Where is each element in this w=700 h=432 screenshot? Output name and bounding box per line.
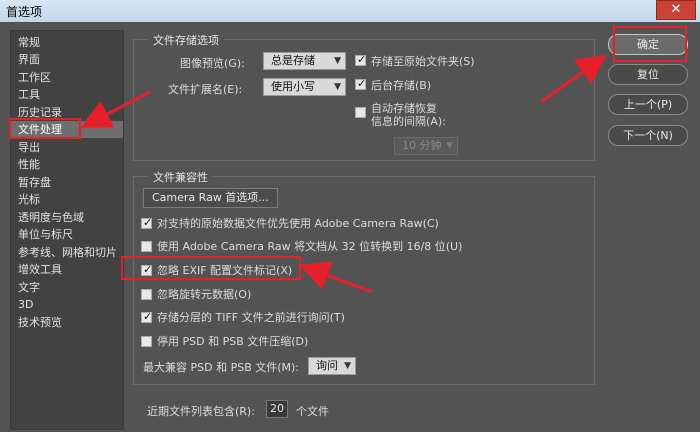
category-list[interactable]: 常规 界面 工作区 工具 历史记录 文件处理 导出 性能 暂存盘 光标 透明度与… (10, 30, 124, 430)
disable-compression-label: 停用 PSD 和 PSB 文件压缩(D) (157, 335, 309, 348)
window-title: 首选项 (6, 5, 43, 19)
recent-files-suffix: 个文件 (296, 405, 329, 418)
group-title-file-saving: 文件存储选项 (148, 32, 224, 48)
chevron-down-icon: ▼ (446, 141, 453, 151)
checkmark-icon: ✓ (143, 310, 153, 323)
image-preview-value: 总是存储 (271, 54, 315, 67)
sidebar-item-guides[interactable]: 参考线、网格和切片 (11, 244, 123, 261)
auto-recover-label-2: 信息的间隔(A): (371, 115, 446, 128)
recent-files-input[interactable]: 20 (266, 400, 288, 418)
sidebar-item-workspace[interactable]: 工作区 (11, 69, 123, 86)
group-title-compat: 文件兼容性 (148, 169, 213, 185)
next-button[interactable]: 下一个(N) (608, 125, 688, 146)
convert-bitdepth-label: 使用 Adobe Camera Raw 将文档从 32 位转换到 16/8 位(… (157, 240, 463, 253)
max-compat-value: 询问 (316, 359, 338, 372)
prefer-camera-raw-checkbox[interactable]: ✓ (141, 216, 153, 229)
checkmark-icon: ✓ (357, 77, 367, 90)
chevron-down-icon: ▼ (344, 361, 351, 371)
camera-raw-prefs-button[interactable]: Camera Raw 首选项... (143, 188, 278, 208)
interval-dropdown[interactable]: 10 分钟 ▼ (394, 137, 458, 155)
background-save-label: 后台存储(B) (371, 79, 432, 92)
sidebar-item-performance[interactable]: 性能 (11, 156, 123, 173)
ask-tiff-checkbox[interactable]: ✓ (141, 310, 153, 323)
disable-compression-checkbox[interactable] (141, 336, 152, 347)
max-compat-label: 最大兼容 PSD 和 PSB 文件(M): (143, 361, 300, 374)
highlight-file-handling (9, 118, 81, 139)
sidebar-item-3d[interactable]: 3D (11, 296, 123, 313)
checkmark-icon: ✓ (143, 216, 153, 229)
highlight-ignore-exif (121, 256, 301, 280)
ignore-rotation-checkbox[interactable] (141, 289, 152, 300)
interval-value: 10 分钟 (402, 139, 442, 152)
close-icon[interactable]: ✕ (656, 0, 696, 20)
ignore-rotation-label: 忽略旋转元数据(O) (157, 288, 252, 301)
save-original-checkbox[interactable]: ✓ (355, 53, 367, 66)
sidebar-item-type[interactable]: 文字 (11, 279, 123, 296)
sidebar-item-cursors[interactable]: 光标 (11, 191, 123, 208)
auto-recover-checkbox[interactable] (355, 107, 366, 118)
extension-label: 文件扩展名(E): (168, 83, 243, 96)
image-preview-dropdown[interactable]: 总是存储 ▼ (263, 52, 346, 70)
prefer-camera-raw-label: 对支持的原始数据文件优先使用 Adobe Camera Raw(C) (157, 217, 439, 230)
sidebar-item-transparency[interactable]: 透明度与色域 (11, 209, 123, 226)
sidebar-item-tech-preview[interactable]: 技术预览 (11, 314, 123, 331)
recent-files-label: 近期文件列表包含(R): (147, 405, 255, 418)
sidebar-item-plugins[interactable]: 增效工具 (11, 261, 123, 278)
save-original-label: 存储至原始文件夹(S) (371, 55, 475, 68)
reset-button[interactable]: 复位 (608, 64, 688, 85)
extension-value: 使用小写 (271, 80, 315, 93)
convert-bitdepth-checkbox[interactable] (141, 241, 152, 252)
highlight-ok-button (613, 26, 687, 62)
sidebar-item-interface[interactable]: 界面 (11, 51, 123, 68)
sidebar-item-units[interactable]: 单位与标尺 (11, 226, 123, 243)
image-preview-label: 图像预览(G): (180, 57, 245, 70)
max-compat-dropdown[interactable]: 询问 ▼ (308, 357, 356, 375)
title-bar: 首选项 ✕ (0, 0, 700, 22)
chevron-down-icon: ▼ (334, 82, 341, 92)
sidebar-item-tools[interactable]: 工具 (11, 86, 123, 103)
sidebar-item-export[interactable]: 导出 (11, 139, 123, 156)
background-save-checkbox[interactable]: ✓ (355, 77, 367, 90)
ask-tiff-label: 存储分层的 TIFF 文件之前进行询问(T) (157, 311, 345, 324)
previous-button[interactable]: 上一个(P) (608, 94, 688, 115)
extension-dropdown[interactable]: 使用小写 ▼ (263, 78, 346, 96)
checkmark-icon: ✓ (357, 53, 367, 66)
sidebar-item-scratch-disks[interactable]: 暂存盘 (11, 174, 123, 191)
sidebar-item-general[interactable]: 常规 (11, 34, 123, 51)
chevron-down-icon: ▼ (334, 56, 341, 66)
